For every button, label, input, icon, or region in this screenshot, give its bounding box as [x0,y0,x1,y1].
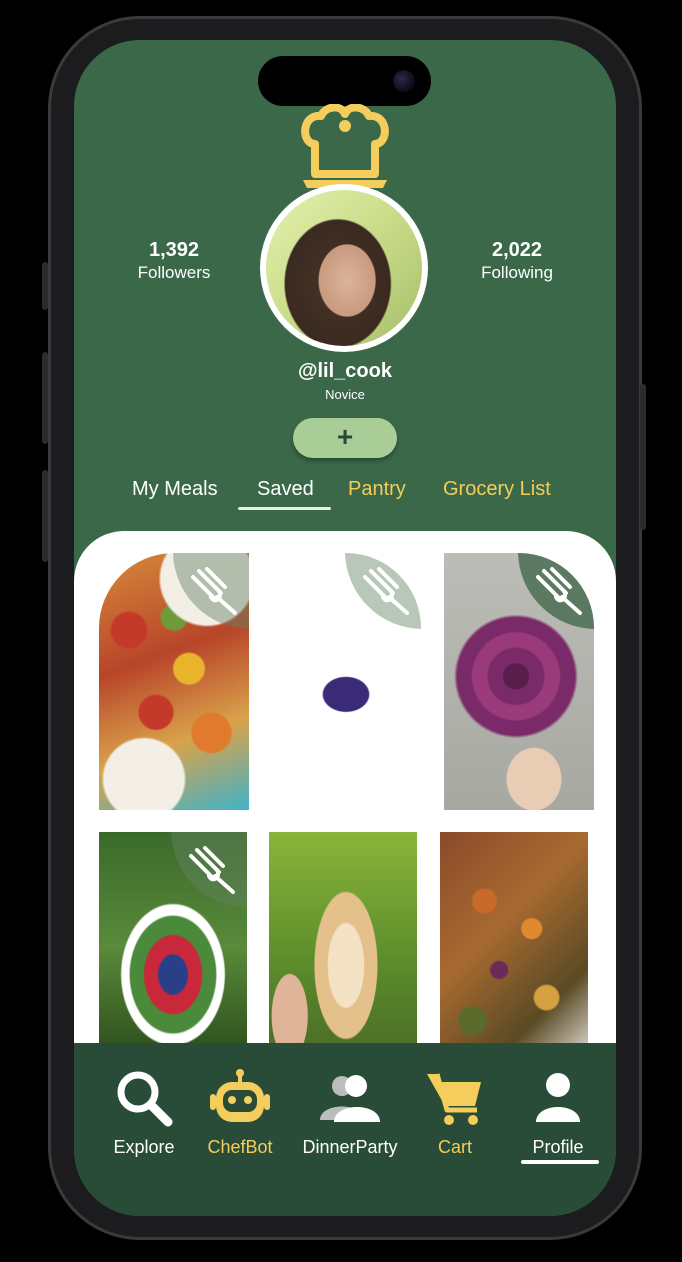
nav-dinnerparty-label: DinnerParty [302,1137,398,1157]
power-button [640,384,646,530]
post-photo-4[interactable] [99,832,247,1062]
nav-profile-label: Profile [532,1137,584,1157]
nav-cart-label: Cart [437,1137,472,1157]
following-stat[interactable]: 2,022 Following [447,238,587,284]
rank-label: Novice [325,387,365,402]
volume-up-button [42,352,48,444]
followers-stat[interactable]: 1,392 Followers [104,238,244,284]
nav-dinnerparty[interactable]: DinnerParty [290,1068,410,1158]
app-screen: 1,392 Followers 2,022 Following @lil_coo… [74,40,616,1216]
avatar-photo [266,190,422,346]
group-icon [320,1075,380,1122]
following-count: 2,022 [491,239,543,261]
fork-icon[interactable] [189,846,239,896]
followers-label: Followers [137,263,211,282]
add-button[interactable]: + [293,418,397,458]
chef-hat-crown-icon [301,104,389,188]
fork-icon[interactable] [536,567,586,617]
nav-chefbot-label: ChefBot [207,1137,273,1157]
post-photo-6[interactable] [440,832,588,1062]
fork-icon[interactable] [191,567,241,617]
post-photo-3[interactable] [444,553,594,810]
nav-chefbot[interactable]: ChefBot [180,1068,300,1158]
active-nav-indicator [521,1160,599,1164]
post-photo-2[interactable] [271,553,421,810]
mute-switch [42,262,48,310]
saved-posts-grid [74,531,616,1091]
robot-icon [210,1069,270,1122]
tab-my-meals[interactable]: My Meals [132,478,218,501]
post-photo-5[interactable] [269,832,417,1062]
post-photo-1[interactable] [99,553,249,810]
search-icon [117,1071,173,1127]
tab-saved[interactable]: Saved [257,478,314,501]
active-tab-indicator [238,507,331,510]
camera-icon [393,70,415,92]
tab-grocery-list[interactable]: Grocery List [443,478,551,501]
person-icon [536,1073,580,1122]
nav-cart[interactable]: Cart [395,1068,515,1158]
fork-icon[interactable] [363,567,413,617]
cart-icon [427,1073,481,1125]
dynamic-island [258,56,431,106]
username: @lil_cook [298,360,392,382]
tab-pantry[interactable]: Pantry [348,478,406,501]
avatar[interactable] [260,184,428,352]
followers-count: 1,392 [148,239,200,261]
nav-profile[interactable]: Profile [498,1068,616,1158]
bottom-nav: Explore ChefBot DinnerParty Cart Profile [74,1043,616,1216]
following-label: Following [481,263,553,282]
volume-down-button [42,470,48,562]
